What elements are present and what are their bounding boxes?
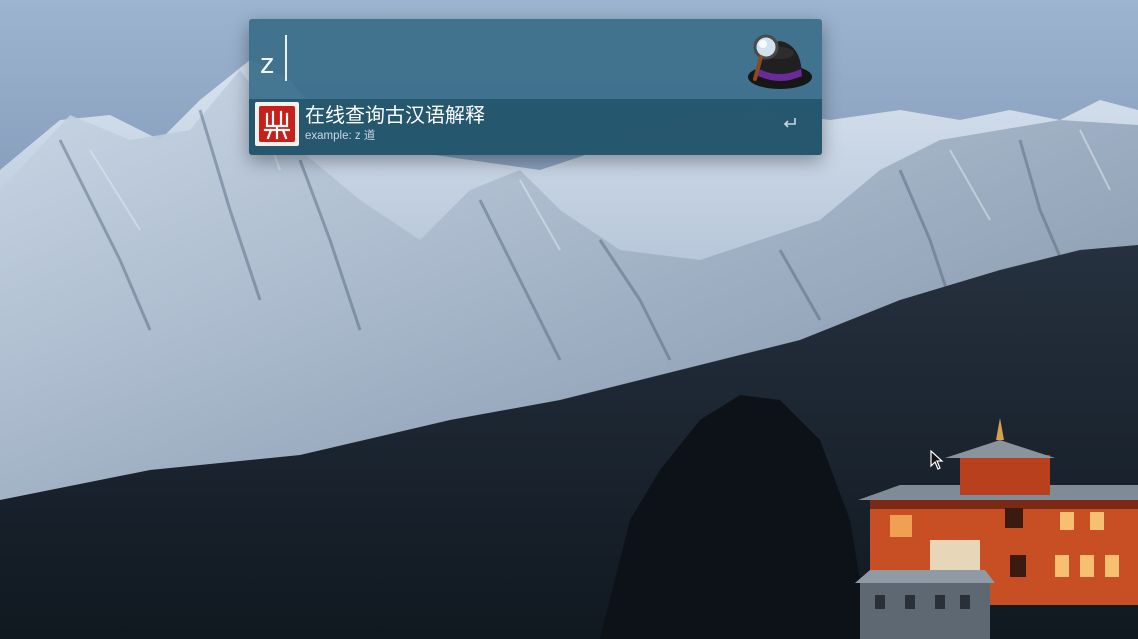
launcher-window: z 在线查询古汉语解释 example: z 道 [249,19,822,155]
result-title: 在线查询古汉语解释 [305,105,485,127]
dictionary-seal-icon [255,102,299,146]
result-subtitle: example: z 道 [305,130,376,142]
mouse-pointer-icon [930,450,944,470]
alfred-hat-icon [748,34,812,89]
result-item[interactable]: 在线查询古汉语解释 example: z 道 [249,99,822,155]
text-cursor [285,35,287,81]
search-input[interactable]: z [260,47,275,81]
return-key-icon [783,118,796,128]
search-bar[interactable]: z [249,19,822,99]
